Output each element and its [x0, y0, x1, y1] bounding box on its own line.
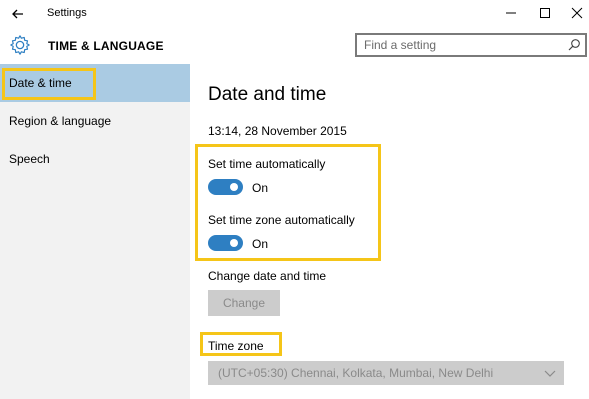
set-timezone-auto-label: Set time zone automatically [208, 213, 355, 227]
highlight-box [2, 68, 96, 100]
sidebar-item-label: Speech [9, 152, 50, 166]
maximize-icon [540, 8, 550, 18]
current-datetime: 13:14, 28 November 2015 [208, 124, 347, 138]
settings-header: TIME & LANGUAGE [0, 28, 589, 64]
search-box[interactable] [355, 33, 587, 57]
sidebar-item-label: Region & language [9, 114, 112, 128]
set-time-auto-state: On [252, 181, 269, 195]
section-heading: Date and time [208, 84, 327, 105]
chevron-down-icon [544, 370, 556, 377]
maximize-button[interactable] [534, 3, 556, 23]
minimize-icon [506, 12, 516, 14]
search-input[interactable] [357, 35, 562, 55]
sidebar: Date & time Region & language Speech [0, 64, 190, 399]
set-time-auto-toggle[interactable] [208, 179, 243, 195]
title-bar: Settings [0, 0, 589, 28]
sidebar-item-speech[interactable]: Speech [0, 140, 190, 178]
main-content: Date and time 13:14, 28 November 2015 Se… [190, 64, 589, 399]
set-timezone-auto-state: On [252, 237, 269, 251]
set-time-auto-label: Set time automatically [208, 157, 326, 171]
time-zone-dropdown[interactable]: (UTC+05:30) Chennai, Kolkata, Mumbai, Ne… [208, 361, 564, 385]
toggle-knob [230, 239, 238, 247]
gear-icon [10, 35, 30, 55]
time-zone-value: (UTC+05:30) Chennai, Kolkata, Mumbai, Ne… [218, 366, 494, 380]
page-title: TIME & LANGUAGE [48, 39, 164, 53]
time-zone-label: Time zone [208, 339, 264, 353]
back-button[interactable] [8, 4, 28, 24]
set-timezone-auto-toggle[interactable] [208, 235, 243, 251]
close-button[interactable] [566, 3, 588, 23]
change-button[interactable]: Change [208, 290, 280, 316]
back-arrow-icon [12, 9, 23, 19]
window-title: Settings [47, 7, 87, 19]
toggle-knob [230, 183, 238, 191]
search-icon[interactable] [567, 38, 581, 52]
change-date-time-label: Change date and time [208, 269, 327, 283]
close-icon [571, 7, 583, 19]
sidebar-item-region-language[interactable]: Region & language [0, 102, 190, 140]
minimize-button[interactable] [500, 3, 522, 23]
